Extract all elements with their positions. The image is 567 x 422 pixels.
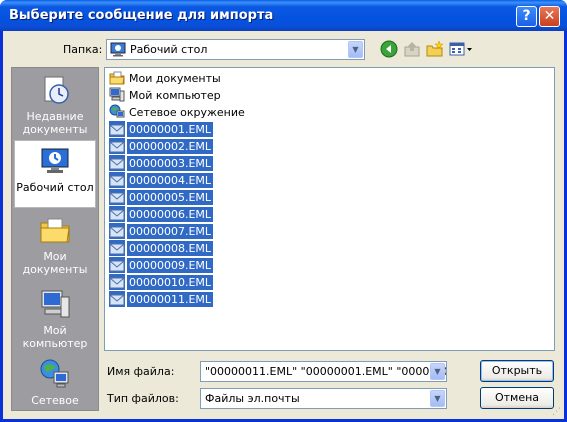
file-list-item[interactable]: Мой компьютер: [109, 87, 223, 103]
eml-file-icon: [109, 291, 125, 307]
place-label: Мой компьютер: [22, 324, 88, 350]
eml-file-icon: [109, 172, 125, 188]
filetype-select[interactable]: Файлы эл.почты ▼: [200, 388, 447, 409]
open-button[interactable]: Открыть: [480, 360, 554, 382]
file-name: 00000005.EML: [127, 189, 214, 205]
network-icon: [109, 104, 125, 120]
file-name: 00000004.EML: [127, 172, 214, 188]
dialog-body: Папка: Рабочий стол ▼ Недавние документы…: [3, 31, 564, 419]
file-list-item[interactable]: 00000007.EML: [109, 223, 214, 239]
lookin-value: Рабочий стол: [130, 43, 208, 56]
file-list-item[interactable]: 00000003.EML: [109, 155, 214, 171]
window-title: Выберите сообщение для импорта: [9, 8, 274, 23]
filename-value: "00000011.EML" "00000001.EML" "0000000: [205, 365, 447, 378]
network-icon: [39, 358, 71, 390]
file-list-item[interactable]: 00000004.EML: [109, 172, 214, 188]
place-recent-documents[interactable]: Недавние документы: [14, 74, 96, 136]
resize-grip-icon[interactable]: ⋰: [552, 407, 562, 417]
help-button[interactable]: ?: [516, 6, 537, 27]
file-list-item[interactable]: 00000010.EML: [109, 274, 214, 290]
filename-label: Имя файла:: [107, 365, 175, 378]
file-list-item[interactable]: 00000008.EML: [109, 240, 214, 256]
file-name: 00000009.EML: [127, 257, 214, 273]
lookin-label: Папка:: [63, 43, 103, 56]
eml-file-icon: [109, 121, 125, 137]
chevron-down-icon[interactable]: ▼: [430, 390, 445, 407]
place-label: Рабочий стол: [16, 181, 94, 194]
filetype-value: Файлы эл.почты: [205, 392, 300, 405]
eml-file-icon: [109, 138, 125, 154]
file-list-item[interactable]: 00000001.EML: [109, 121, 214, 137]
chevron-down-icon[interactable]: ▼: [348, 41, 363, 58]
place-network[interactable]: Сетевое: [14, 358, 96, 407]
eml-file-icon: [109, 240, 125, 256]
my-documents-icon: [109, 70, 125, 86]
eml-file-icon: [109, 155, 125, 171]
file-list-item[interactable]: 00000009.EML: [109, 257, 214, 273]
place-label: Мои документы: [22, 250, 88, 276]
filetype-label: Тип файлов:: [107, 392, 179, 405]
file-name: Сетевое окружение: [129, 105, 245, 119]
places-bar: Недавние документы Рабочий стол Мои доку…: [11, 67, 99, 411]
recent-documents-icon: [39, 74, 71, 106]
chevron-down-icon[interactable]: ▼: [430, 363, 445, 380]
file-name: 00000007.EML: [127, 223, 214, 239]
file-list-item[interactable]: Мои документы: [109, 70, 223, 86]
file-name: 00000006.EML: [127, 206, 214, 222]
file-name: 00000002.EML: [127, 138, 214, 154]
place-label: Сетевое: [31, 394, 79, 407]
file-name: 00000003.EML: [127, 155, 214, 171]
file-name: 00000001.EML: [127, 121, 214, 137]
eml-file-icon: [109, 274, 125, 290]
back-icon[interactable]: [380, 40, 398, 58]
title-bar[interactable]: Выберите сообщение для импорта ? ✕: [0, 0, 567, 31]
file-name: 00000011.EML: [127, 291, 214, 307]
filename-input[interactable]: "00000011.EML" "00000001.EML" "0000000 ▼: [200, 361, 447, 382]
my-documents-icon: [39, 214, 71, 246]
file-name: Мои документы: [129, 71, 221, 85]
place-my-documents[interactable]: Мои документы: [14, 214, 96, 276]
lookin-combo[interactable]: Рабочий стол ▼: [106, 39, 365, 60]
eml-file-icon: [109, 189, 125, 205]
close-button[interactable]: ✕: [539, 6, 560, 27]
eml-file-icon: [109, 223, 125, 239]
desktop-icon: [110, 42, 126, 57]
eml-file-icon: [109, 206, 125, 222]
file-list[interactable]: Мои документы Мой компьютер Сетевое окруже…: [104, 67, 555, 351]
file-list-item[interactable]: Сетевое окружение: [109, 104, 247, 120]
desktop-icon: [39, 145, 71, 177]
my-computer-icon: [109, 87, 125, 103]
place-desktop[interactable]: Рабочий стол: [14, 140, 96, 208]
file-list-item[interactable]: 00000002.EML: [109, 138, 214, 154]
dialog-window: Выберите сообщение для импорта ? ✕ Папка…: [0, 0, 567, 422]
file-name: 00000010.EML: [127, 274, 214, 290]
cancel-button[interactable]: Отмена: [480, 387, 554, 409]
file-list-item[interactable]: 00000005.EML: [109, 189, 214, 205]
views-menu-icon[interactable]: [449, 40, 473, 58]
my-computer-icon: [39, 288, 71, 320]
file-name: Мой компьютер: [129, 88, 221, 102]
place-my-computer[interactable]: Мой компьютер: [14, 288, 96, 350]
eml-file-icon: [109, 257, 125, 273]
new-folder-icon[interactable]: [426, 40, 444, 58]
file-list-item[interactable]: 00000006.EML: [109, 206, 214, 222]
file-list-item[interactable]: 00000011.EML: [109, 291, 214, 307]
place-label: Недавние документы: [22, 110, 88, 136]
up-folder-icon[interactable]: [403, 40, 421, 58]
file-name: 00000008.EML: [127, 240, 214, 256]
